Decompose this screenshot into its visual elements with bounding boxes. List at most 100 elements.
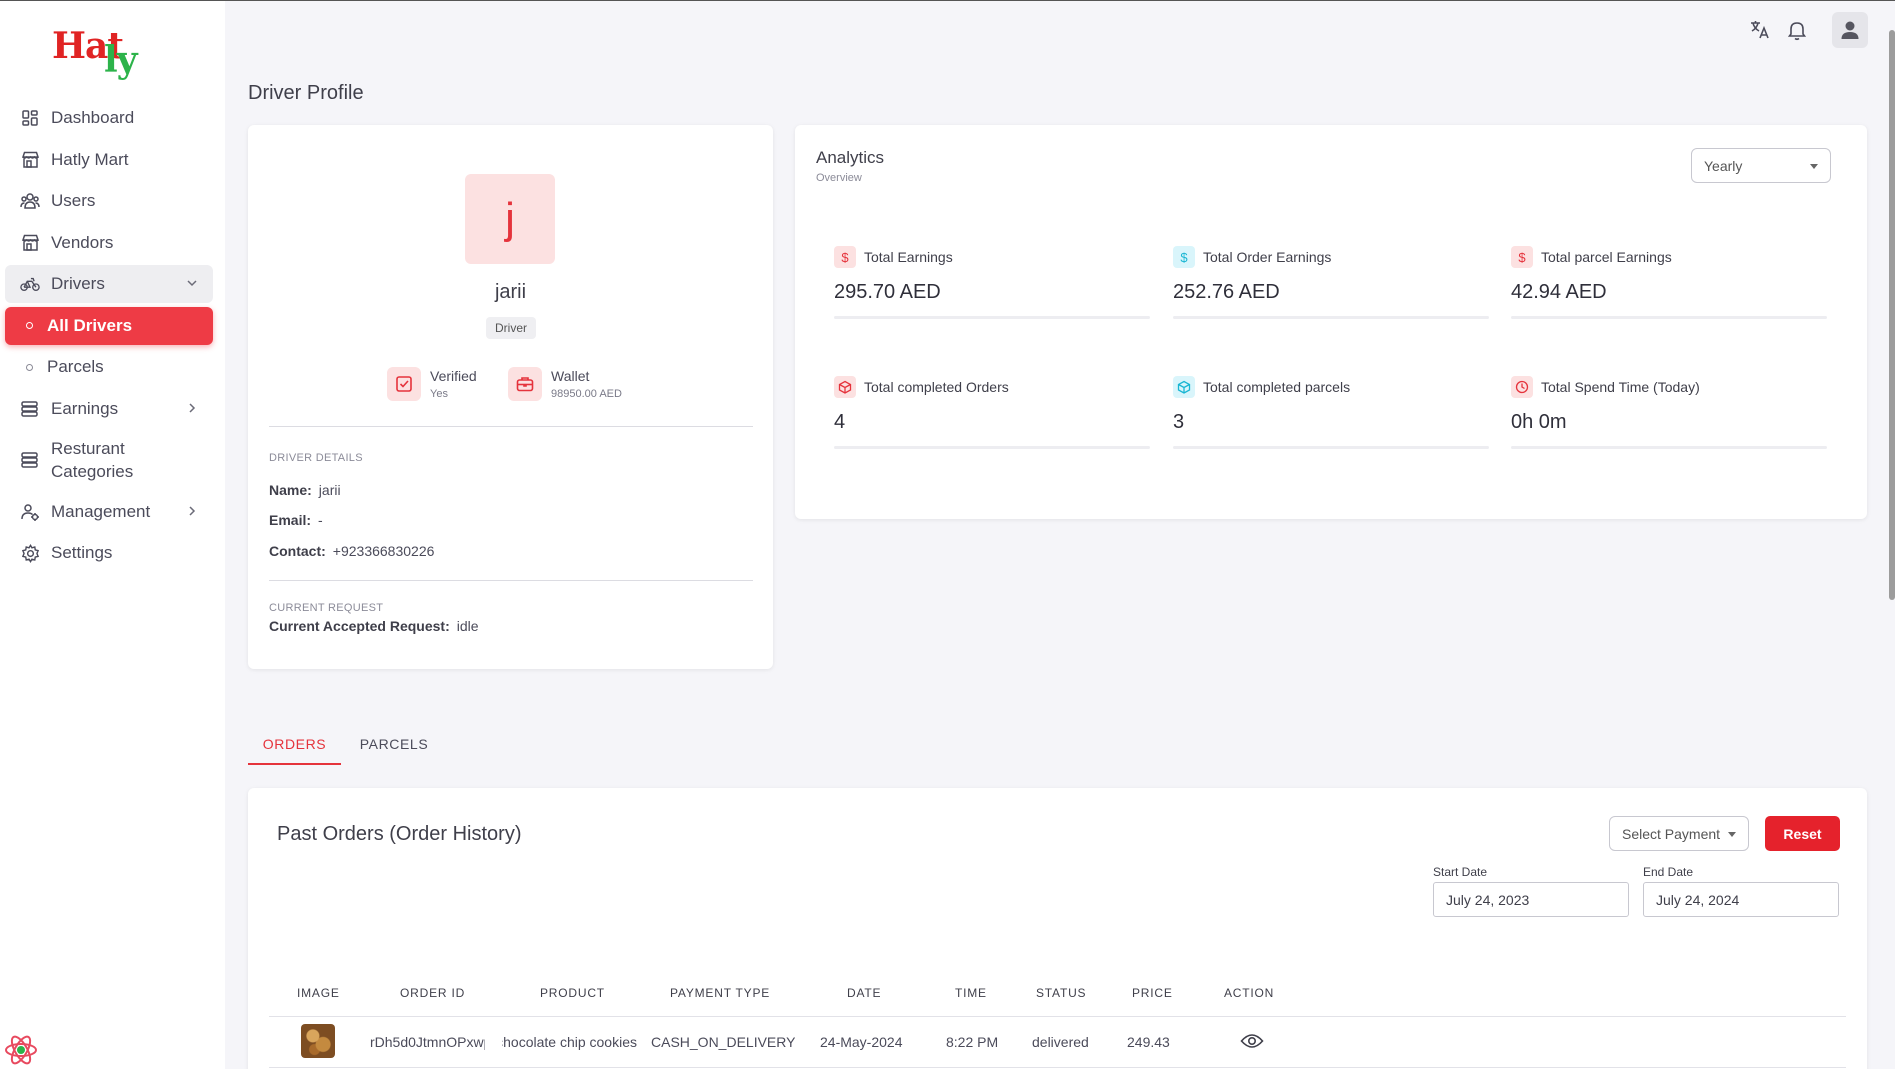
metric-value: 295.70 AED [834, 281, 941, 303]
sidebar-item-vendors[interactable]: Vendors [5, 224, 213, 262]
driver-profile-card: j jarii Driver Verified Yes Wallet 98950… [248, 125, 773, 669]
current-request-heading: CURRENT REQUEST [269, 602, 384, 614]
page-scrollbar[interactable] [1889, 30, 1895, 600]
row-divider [269, 1067, 1846, 1068]
sidebar-item-label: Parcels [47, 357, 104, 376]
sidebar-item-label: Users [51, 191, 96, 210]
bell-icon[interactable] [1785, 18, 1809, 42]
sidebar-item-settings[interactable]: Settings [5, 534, 213, 572]
detail-contact-row: Contact: +923366830226 [269, 543, 434, 559]
detail-name-row: Name: jarii [269, 482, 341, 498]
view-eye-icon[interactable] [1240, 1032, 1264, 1050]
tab-orders[interactable]: ORDERS [248, 722, 341, 765]
metric-label: Total completed parcels [1203, 379, 1351, 395]
time-cell: 8:22 PM [946, 1034, 999, 1050]
role-badge: Driver [486, 317, 536, 339]
payment-select[interactable]: Select Payment [1609, 816, 1749, 851]
analytics-subtitle: Overview [816, 172, 862, 184]
divider [269, 426, 753, 427]
payment-type-cell: CASH_ON_DELIVERY [651, 1034, 796, 1050]
product-image [301, 1024, 335, 1058]
sidebar-nav: Dashboard Hatly Mart Users Vendors Drive… [5, 99, 213, 576]
coins-icon [20, 450, 40, 470]
sidebar-item-label: Vendors [51, 232, 114, 252]
current-request-label: Current Accepted Request: [269, 618, 450, 634]
start-date-value: July 24, 2023 [1446, 891, 1530, 908]
wallet-stat: Wallet 98950.00 AED [508, 367, 622, 401]
product-cell: chocolate chip cookies [502, 1034, 637, 1050]
sidebar-item-drivers[interactable]: Drivers [5, 265, 213, 303]
sidebar-item-label: Hatly Mart [51, 149, 129, 169]
analytics-card: Analytics Overview Yearly $ Total Earning… [795, 125, 1867, 519]
metric-progress-bar [1511, 316, 1827, 319]
sidebar-item-resturant-categories[interactable]: Resturant Categories [5, 431, 213, 489]
period-select-value: Yearly [1704, 157, 1743, 174]
metric-label: Total Earnings [864, 249, 953, 265]
sidebar-item-parcels[interactable]: Parcels [5, 348, 213, 386]
sidebar-item-earnings[interactable]: Earnings [5, 390, 213, 428]
verified-value: Yes [430, 388, 448, 400]
email-label: Email: [269, 512, 312, 528]
sidebar: Hat ly Dashboard Hatly Mart Users Vendor… [0, 1, 225, 1069]
bike-icon [20, 274, 40, 294]
metric-value: 42.94 AED [1511, 281, 1607, 303]
box-icon [834, 376, 856, 398]
start-date-label: Start Date [1433, 865, 1488, 879]
column-header-payment-type: PAYMENT TYPE [670, 986, 771, 1000]
metric-label: Total Order Earnings [1203, 249, 1332, 265]
sidebar-item-all-drivers[interactable]: All Drivers [5, 306, 213, 345]
metric-total-completed-orders: Total completed Orders 4 [834, 376, 1150, 449]
sidebar-item-label: Earnings [51, 398, 119, 418]
gear-icon [20, 543, 40, 563]
column-header-date: DATE [847, 986, 882, 1000]
email-value: - [318, 512, 323, 528]
table-header-divider [269, 1016, 1846, 1017]
column-header-image: IMAGE [297, 986, 340, 1000]
column-header-status: STATUS [1036, 986, 1087, 1000]
sidebar-item-users[interactable]: Users [5, 182, 213, 220]
name-value: jarii [318, 482, 341, 498]
tab-parcels[interactable]: PARCELS [359, 722, 429, 765]
page-title: Driver Profile [248, 82, 364, 104]
hatly-logo[interactable]: Hat ly [52, 25, 142, 85]
current-request-value: idle [456, 618, 479, 634]
driver-details-heading: DRIVER DETAILS [269, 452, 363, 464]
sidebar-item-label: Dashboard [51, 108, 135, 127]
sidebar-item-dashboard[interactable]: Dashboard [5, 99, 213, 137]
sidebar-item-label: Drivers [51, 274, 105, 293]
reset-button[interactable]: Reset [1765, 816, 1840, 851]
metric-label: Total parcel Earnings [1541, 249, 1672, 265]
column-header-product: PRODUCT [540, 986, 605, 1000]
contact-value: +923366830226 [332, 543, 435, 559]
analytics-title: Analytics [816, 148, 885, 167]
translate-icon[interactable] [1748, 18, 1772, 42]
price-cell: 249.43 [1127, 1034, 1170, 1050]
driver-name: jarii [494, 281, 527, 303]
wallet-label: Wallet [551, 368, 590, 384]
contact-label: Contact: [269, 543, 326, 559]
metric-progress-bar [834, 446, 1150, 449]
metric-total-earnings: $ Total Earnings 295.70 AED [834, 246, 1150, 319]
chevron-right-icon [189, 505, 196, 516]
status-cell: delivered [1032, 1034, 1089, 1050]
metric-label: Total completed Orders [864, 379, 1009, 395]
user-avatar[interactable] [1832, 12, 1868, 48]
sidebar-item-label: Management [51, 501, 151, 521]
end-date-label: End Date [1643, 865, 1694, 879]
date-cell: 24-May-2024 [820, 1034, 903, 1050]
period-select[interactable]: Yearly [1691, 148, 1831, 183]
react-devtools-icon[interactable] [4, 1033, 38, 1067]
wallet-value: 98950.00 AED [551, 388, 622, 400]
chevron-right-icon [189, 402, 196, 413]
detail-email-row: Email: - [269, 512, 323, 528]
start-date-input[interactable]: July 24, 2023 [1433, 882, 1629, 917]
metric-total-order-earnings: $ Total Order Earnings 252.76 AED [1173, 246, 1489, 319]
metric-total-parcel-earnings: $ Total parcel Earnings 42.94 AED [1511, 246, 1827, 319]
box-icon [1173, 376, 1195, 398]
sidebar-item-management[interactable]: Management [5, 493, 213, 531]
sidebar-item-hatly-mart[interactable]: Hatly Mart [5, 141, 213, 179]
end-date-input[interactable]: July 24, 2024 [1643, 882, 1839, 917]
metric-total-spend-time: Total Spend Time (Today) 0h 0m [1511, 376, 1827, 449]
dollar-icon: $ [834, 246, 856, 268]
metric-value: 0h 0m [1511, 411, 1567, 433]
